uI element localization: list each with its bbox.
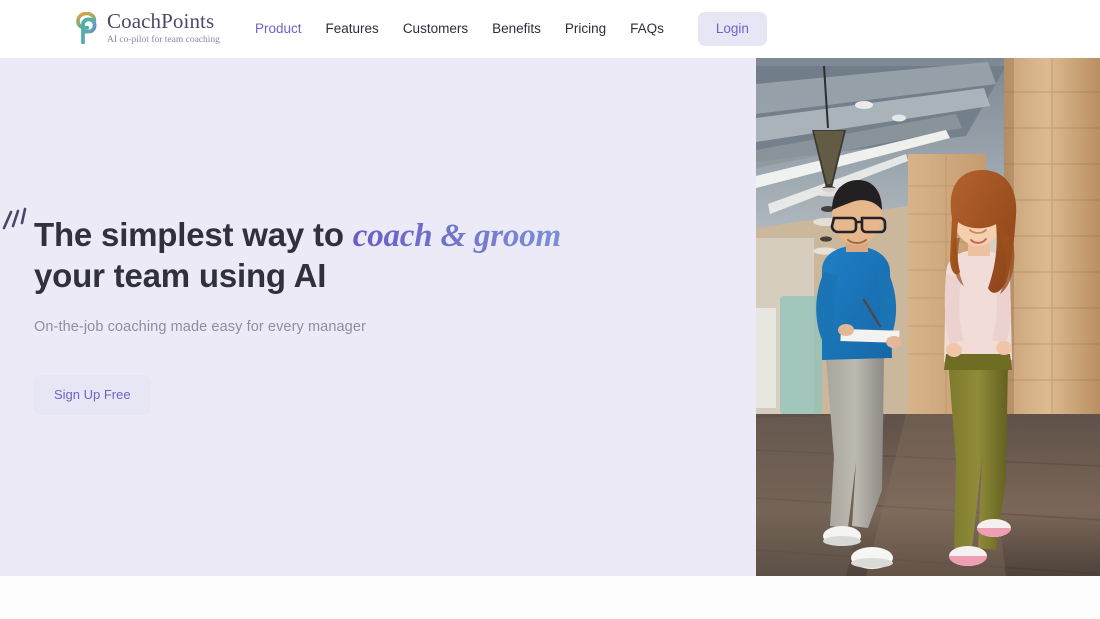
sparkle-lines-icon (2, 207, 27, 230)
hero-subheadline: On-the-job coaching made easy for every … (34, 319, 366, 335)
nav-item-benefits[interactable]: Benefits (480, 13, 553, 45)
login-button[interactable]: Login (697, 12, 767, 46)
hero-photo (756, 58, 1100, 576)
nav-item-customers[interactable]: Customers (391, 13, 480, 45)
nav-item-faqs[interactable]: FAQs (618, 13, 676, 45)
brand-tagline: AI co-pilot for team coaching (107, 35, 220, 45)
nav-item-product[interactable]: Product (243, 13, 314, 45)
site-header: CoachPoints AI co-pilot for team coachin… (0, 0, 1100, 58)
landing-page: CoachPoints AI co-pilot for team coachin… (0, 0, 1100, 619)
headline-accent-text: coach & groom (352, 218, 561, 254)
headline-text-lead: The simplest way to (34, 216, 353, 253)
coachpoints-spiral-p-logo-icon (76, 12, 97, 44)
brand-text-block: CoachPoints AI co-pilot for team coachin… (107, 10, 220, 46)
nav-item-pricing[interactable]: Pricing (553, 13, 618, 45)
brand-name: CoachPoints (107, 9, 215, 33)
primary-nav: Product Features Customers Benefits Pric… (243, 12, 767, 46)
office-corridor-photo-illustration (756, 58, 1100, 576)
sign-up-free-button[interactable]: Sign Up Free (34, 375, 151, 415)
hero-copy: The simplest way to coach & groom your t… (34, 215, 674, 415)
hero-headline: The simplest way to coach & groom your t… (34, 215, 634, 295)
headline-text-tail: your team using AI (34, 257, 327, 294)
hero-section: The simplest way to coach & groom your t… (0, 58, 1100, 576)
nav-item-features[interactable]: Features (314, 13, 391, 45)
brand-logo[interactable]: CoachPoints AI co-pilot for team coachin… (74, 10, 220, 50)
